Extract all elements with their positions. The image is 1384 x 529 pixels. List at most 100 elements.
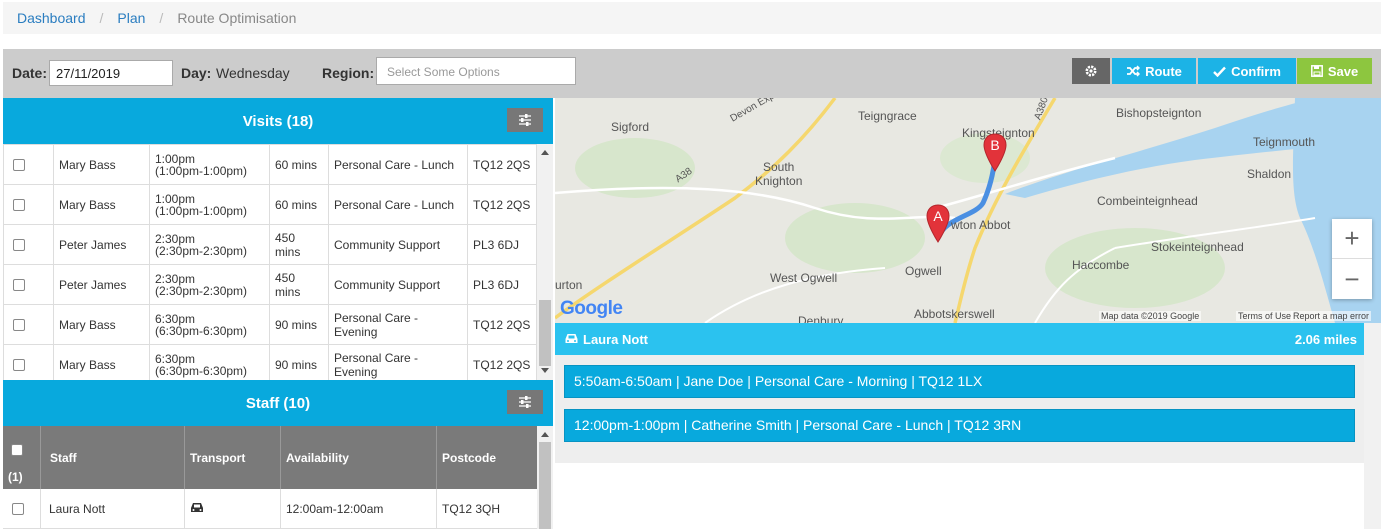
staff-scrollbar[interactable] [537,426,553,529]
visit-client: Peter James [53,264,150,305]
breadcrumb: Dashboard / Plan / Route Optimisation [3,2,1381,34]
row-checkbox[interactable] [13,159,25,172]
row-checkbox[interactable] [13,199,25,212]
map-label-teigngrace: Teigngrace [858,109,917,123]
visit-postcode: TQ12 2QS [467,144,537,185]
confirm-button[interactable]: Confirm [1198,58,1296,84]
shuffle-icon [1127,65,1141,77]
visit-duration: 60 mins [269,184,329,225]
visit-postcode: TQ12 2QS [467,184,537,225]
staff-panel-header: Staff (10) [3,380,553,426]
staff-title: Staff (10) [245,394,311,412]
visit-client: Peter James [53,224,150,265]
visit-duration: 60 mins [269,144,329,185]
map-label-urton: urton [555,278,583,292]
column-divider [184,426,185,489]
scroll-up-icon[interactable] [541,150,549,155]
visit-client: Mary Bass [53,344,150,385]
route-map[interactable]: Sigford Teigngrace Kingsteignton Bishops… [555,98,1381,323]
map-label-teignmouth: Teignmouth [1253,135,1316,149]
visit-type: Community Support [328,264,468,305]
map-terms-link[interactable]: Terms of Use [1236,311,1294,321]
visit-type: Personal Care - Evening [328,304,468,345]
save-button[interactable]: Save [1297,58,1372,84]
visit-client: Mary Bass [53,184,150,225]
route-stop[interactable]: 5:50am-6:50am | Jane Doe | Personal Care… [564,365,1355,398]
column-header-transport[interactable]: Transport [190,451,245,465]
column-divider [436,489,437,529]
day-value: Wednesday [216,65,290,81]
map-label-abbotskerswell: Abbotskerswell [914,307,995,321]
visit-time-range: (1:00pm-1:00pm) [155,163,248,178]
zoom-control: + − [1332,219,1372,299]
row-checkbox[interactable] [13,359,25,372]
map-label-shaldon: Shaldon [1247,167,1292,181]
visits-filter-button[interactable] [507,108,543,132]
zoom-out-button[interactable]: − [1332,259,1372,299]
column-header-availability[interactable]: Availability [286,451,349,465]
row-checkbox[interactable] [13,319,25,332]
visits-scrollbar[interactable] [537,144,553,380]
visit-time-cell: 2:30pm (2:30pm-2:30pm) [149,264,270,305]
route-distance: 2.06 miles [1294,332,1357,347]
day-label: Day: [181,65,212,81]
row-checkbox-cell [3,344,54,385]
visit-time-range: (1:00pm-1:00pm) [155,203,248,218]
save-icon [1310,65,1323,77]
marker-b[interactable]: B [983,133,1007,173]
route-button[interactable]: Route [1112,58,1196,84]
settings-button[interactable] [1072,58,1110,84]
visit-postcode: PL3 6DJ [467,224,537,265]
visit-client: Mary Bass [53,304,150,345]
row-checkbox[interactable] [12,503,24,515]
staff-scroll-thumb[interactable] [539,442,551,529]
staff-filter-button[interactable] [507,390,543,414]
visit-time: 1:00pm [155,151,196,166]
visit-type: Personal Care - Evening [328,344,468,385]
scroll-down-icon[interactable] [541,368,549,373]
map-data-attribution: Map data ©2019 Google [1099,311,1202,321]
map-label-south-knighton: South Knighton [755,160,803,188]
breadcrumb-plan[interactable]: Plan [117,10,145,26]
select-all-checkbox[interactable] [11,444,23,456]
zoom-in-button[interactable]: + [1332,219,1372,259]
map-report-error-link[interactable]: Report a map error [1291,311,1372,321]
column-divider [280,489,281,529]
column-divider [40,489,41,529]
check-icon [1213,66,1226,77]
scroll-up-icon[interactable] [541,432,549,437]
sliders-icon [519,114,531,126]
row-checkbox[interactable] [13,239,25,252]
car-icon [191,503,203,512]
visit-time: 2:30pm [155,271,196,286]
table-row: Mary Bass 6:30pm (6:30pm-6:30pm) 90 mins… [3,344,537,385]
staff-postcode: TQ12 3QH [442,502,501,516]
route-stop[interactable]: 12:00pm-1:00pm | Catherine Smith | Perso… [564,409,1355,442]
table-row[interactable]: Laura Nott 12:00am-12:00am TQ12 3QH [3,489,537,529]
visit-duration: 450 mins [269,264,329,305]
row-checkbox[interactable] [13,279,25,292]
map-label-west-ogwell: West Ogwell [770,271,838,285]
visit-time: 2:30pm [155,231,196,246]
column-header-postcode[interactable]: Postcode [442,451,496,465]
staff-table-header: (1) Staff Transport Availability Postcod… [3,426,537,489]
breadcrumb-dashboard[interactable]: Dashboard [17,10,86,26]
visit-time-cell: 6:30pm (6:30pm-6:30pm) [149,304,270,345]
column-header-staff[interactable]: Staff [50,451,77,465]
marker-a[interactable]: A [926,204,950,244]
visits-scroll-thumb[interactable] [539,300,551,366]
google-logo[interactable]: Google [560,298,623,320]
visit-time-cell: 1:00pm (1:00pm-1:00pm) [149,184,270,225]
row-checkbox-cell [3,144,54,185]
date-input[interactable] [49,60,173,86]
table-row: Peter James 2:30pm (2:30pm-2:30pm) 450 m… [3,224,537,265]
column-divider [184,489,185,529]
page-scrollbar[interactable] [1364,323,1381,529]
visits-title: Visits (18) [242,112,314,130]
visit-type: Personal Care - Lunch [328,144,468,185]
row-checkbox-cell [3,264,54,305]
visit-time-cell: 2:30pm (2:30pm-2:30pm) [149,224,270,265]
column-divider [436,426,437,489]
region-select[interactable]: Select Some Options [376,57,576,85]
visit-time-cell: 6:30pm (6:30pm-6:30pm) [149,344,270,385]
